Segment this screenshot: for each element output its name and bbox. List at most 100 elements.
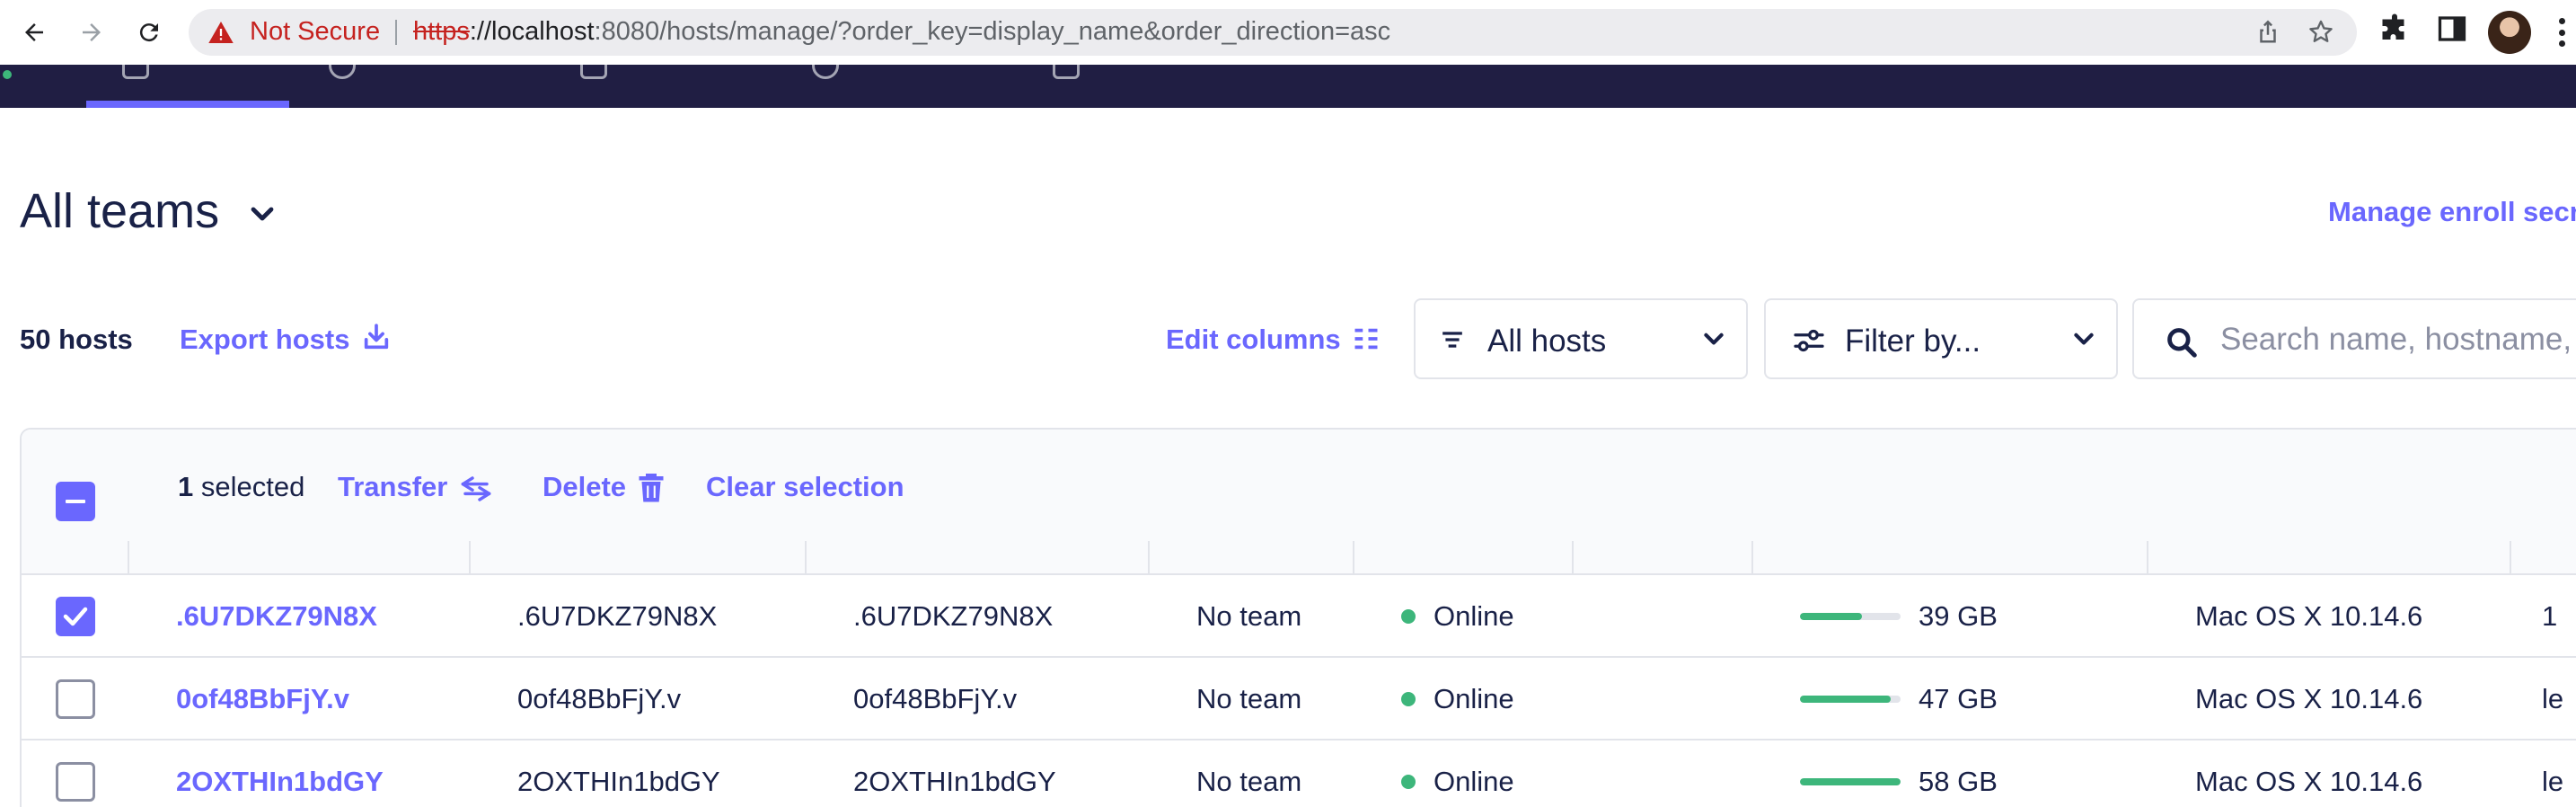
url-text: https://localhost:8080/hosts/manage/?ord… [413,17,1390,47]
hostname-cell: .6U7DKZ79N8X [517,600,718,632]
overflow-cell: 1 [2542,600,2558,632]
table-row[interactable]: 2OXTHIn1bdGY 2OXTHIn1bdGY 2OXTHIn1bdGY No t… [22,740,2576,807]
disk-space-bar [1800,696,1901,703]
column-divider [1572,541,1574,573]
row-checkbox[interactable] [56,597,95,636]
reload-icon[interactable] [129,13,169,52]
columns-icon[interactable] [1353,325,1380,357]
host-status-value: All hosts [1487,324,1607,359]
overflow-cell: le [2542,683,2564,714]
column-divider [805,541,807,573]
chevron-down-icon[interactable] [250,205,275,229]
browser-toolbar: Not Secure https://localhost:8080/hosts/… [0,0,2576,65]
url-host: ://localhost [469,17,595,46]
manage-enroll-secret-button[interactable]: Manage enroll secre [2328,196,2576,228]
table-row[interactable]: 0of48BbFjY.v 0of48BbFjY.v 0of48BbFjY.v No t… [22,658,2576,740]
delete-button[interactable]: Delete [543,471,626,503]
transfer-button[interactable]: Transfer [338,471,447,503]
column-divider [2510,541,2511,573]
bookmark-star-icon[interactable] [2307,18,2335,51]
host-count: 50 hosts [20,324,133,355]
column-divider [128,541,129,573]
disk-space-fill [1800,696,1891,703]
download-icon[interactable] [361,322,392,357]
sliders-icon [1793,327,1825,359]
disk-space-cell: 39 GB [1919,600,1998,632]
app-navigation [0,65,2576,108]
os-cell: Mac OS X 10.14.6 [2195,766,2423,797]
row-checkbox[interactable] [56,679,95,719]
url-path: :8080/hosts/manage/?order_key=display_na… [594,17,1391,46]
search-input[interactable] [2220,318,2576,361]
column-divider [1751,541,1753,573]
side-panel-icon[interactable] [2436,13,2468,49]
column-divider [2147,541,2148,573]
computer-name-cell: 2OXTHIn1bdGY [853,766,1056,797]
filter-by-dropdown[interactable]: Filter by... [1764,298,2118,379]
hosts-table: 1 selected Transfer Delete Clear selecti… [20,428,2576,807]
address-bar[interactable]: Not Secure https://localhost:8080/hosts/… [189,9,2357,56]
chevron-down-icon [1703,331,1725,353]
forward-icon[interactable] [72,13,111,52]
filter-lines-icon [1441,327,1464,357]
url-scheme: https [413,17,470,46]
page-title[interactable]: All teams [20,183,219,239]
column-divider [469,541,471,573]
team-cell: No team [1196,600,1302,632]
trash-icon[interactable] [638,471,665,508]
nav-controls-icon[interactable] [329,65,356,79]
back-icon[interactable] [14,13,54,52]
disk-space-cell: 47 GB [1919,683,1998,714]
host-status-dropdown[interactable]: All hosts [1414,298,1748,379]
disk-space-fill [1800,778,1901,785]
team-cell: No team [1196,683,1302,714]
selected-count-suffix: selected [193,471,305,502]
nav-software-icon[interactable] [580,65,607,79]
status-dot [1401,775,1416,789]
team-cell: No team [1196,766,1302,797]
host-name-link[interactable]: 0of48BbFjY.v [176,683,349,715]
nav-policies-icon[interactable] [1053,65,1080,79]
security-label: Not Secure [250,17,381,46]
status-dot [1401,692,1416,706]
disk-space-bar [1800,778,1901,785]
column-divider [1148,541,1150,573]
selected-count: 1 selected [178,471,304,503]
warning-icon [208,22,234,48]
status-cell: Online [1434,683,1514,714]
host-search-box[interactable] [2132,298,2576,379]
profile-avatar[interactable] [2488,11,2531,54]
transfer-arrows-icon[interactable] [458,474,494,508]
filter-by-label: Filter by... [1845,324,1981,359]
hostname-cell: 0of48BbFjY.v [517,683,682,714]
nav-queries-icon[interactable] [812,65,839,79]
column-divider [1353,541,1354,573]
status-dot [1401,609,1416,624]
disk-space-fill [1800,613,1863,620]
chevron-down-icon [2073,331,2095,353]
table-row[interactable]: .6U7DKZ79N8X .6U7DKZ79N8X .6U7DKZ79N8X No t… [22,575,2576,658]
select-all-checkbox[interactable] [56,482,95,521]
host-name-link[interactable]: 2OXTHIn1bdGY [176,766,384,798]
browser-menu-icon[interactable] [2556,14,2567,50]
disk-space-cell: 58 GB [1919,766,1998,797]
os-cell: Mac OS X 10.14.6 [2195,683,2423,714]
extensions-puzzle-icon[interactable] [2378,13,2411,49]
hostname-cell: 2OXTHIn1bdGY [517,766,720,797]
nav-active-indicator [86,101,289,108]
clear-selection-button[interactable]: Clear selection [706,471,904,503]
computer-name-cell: .6U7DKZ79N8X [853,600,1054,632]
disk-space-bar [1800,613,1901,620]
os-cell: Mac OS X 10.14.6 [2195,600,2423,632]
row-checkbox[interactable] [56,762,95,802]
nav-status-dot [3,70,12,79]
host-name-link[interactable]: .6U7DKZ79N8X [176,600,377,633]
omnibox-divider [395,20,397,45]
edit-columns-button[interactable]: Edit columns [1166,324,1341,356]
status-cell: Online [1434,766,1514,797]
nav-hosts-icon[interactable] [122,65,149,79]
share-icon[interactable] [2254,18,2281,49]
overflow-cell: le [2542,766,2564,797]
search-icon [2165,325,2199,364]
export-hosts-button[interactable]: Export hosts [180,324,349,356]
